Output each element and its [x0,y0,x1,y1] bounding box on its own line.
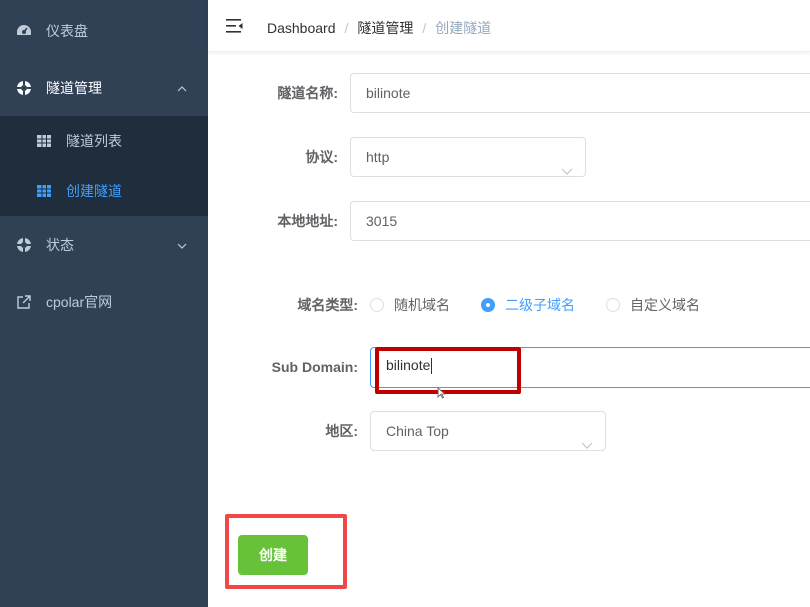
chevron-down-icon [176,239,188,251]
sidebar-item-label: 仪表盘 [46,23,88,39]
breadcrumb-tunnel-management[interactable]: 隧道管理 [357,18,413,38]
breadcrumb-separator: / [422,20,427,36]
external-link-icon [16,294,32,310]
protocol-select[interactable]: http [350,137,586,177]
breadcrumb: Dashboard / 隧道管理 / 创建隧道 [267,18,491,38]
tunnel-name-label: 隧道名称: [277,85,338,101]
local-address-label: 本地地址: [277,213,338,229]
tunnel-name-input[interactable]: bilinote [350,73,810,113]
breadcrumb-separator: / [344,20,349,36]
sidebar: 仪表盘 隧道管理 隧道列表 创建隧道 状态 cpolar官网 [0,0,208,607]
radio-custom-domain[interactable]: 自定义域名 [606,296,700,314]
table-icon [36,133,52,149]
sidebar-item-create-tunnel[interactable]: 创建隧道 [0,166,208,216]
radio-circle [370,298,384,312]
table-icon [36,183,52,199]
sidebar-item-tunnel-list[interactable]: 隧道列表 [0,116,208,166]
region-value: China Top [386,423,449,439]
region-select[interactable]: China Top [370,411,606,451]
radio-circle [481,298,495,312]
radio-label: 随机域名 [394,297,450,313]
status-icon [16,237,32,253]
breadcrumb-create-tunnel: 创建隧道 [435,20,492,36]
radio-circle [606,298,620,312]
tunnel-icon [16,80,32,96]
sidebar-item-status[interactable]: 状态 [0,217,208,273]
sidebar-item-label: 隧道管理 [46,80,102,96]
sidebar-item-cpolar-website[interactable]: cpolar官网 [0,274,208,330]
sidebar-item-label: 创建隧道 [66,183,122,199]
chevron-down-icon [581,426,593,449]
sidebar-item-label: 隧道列表 [66,133,122,149]
sidebar-item-label: cpolar官网 [46,294,113,310]
radio-label: 自定义域名 [630,297,700,313]
navbar: Dashboard / 隧道管理 / 创建隧道 [208,0,810,52]
mouse-cursor-icon [437,386,447,399]
dashboard-icon [16,23,32,39]
breadcrumb-dashboard[interactable]: Dashboard [267,20,336,36]
chevron-up-icon [176,82,188,94]
highlight-annotation [375,347,521,394]
radio-random-domain[interactable]: 随机域名 [370,296,450,314]
radio-subdomain[interactable]: 二级子域名 [481,296,575,314]
sub-domain-label: Sub Domain: [271,359,358,375]
protocol-label: 协议: [305,149,338,165]
create-button[interactable]: 创建 [238,535,308,575]
local-address-input[interactable]: 3015 [350,201,810,241]
domain-type-label: 域名类型: [297,297,358,313]
sidebar-item-tunnel-management[interactable]: 隧道管理 [0,60,208,116]
radio-label: 二级子域名 [505,297,575,313]
hamburger-icon[interactable] [226,18,243,34]
protocol-value: http [366,149,390,165]
chevron-down-icon [561,152,573,175]
sidebar-item-dashboard[interactable]: 仪表盘 [0,3,208,59]
sidebar-item-label: 状态 [46,237,74,253]
region-label: 地区: [325,423,358,439]
